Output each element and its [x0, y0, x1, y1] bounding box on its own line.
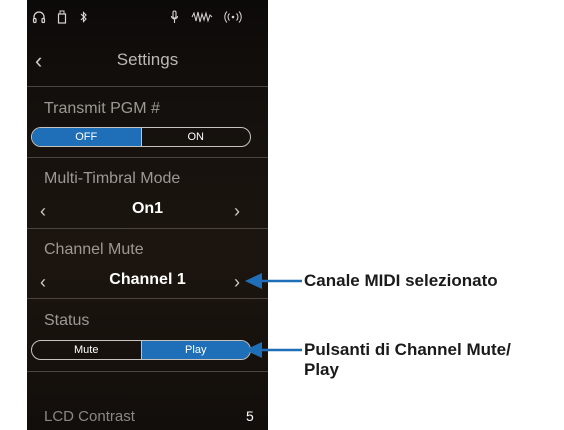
leader-channel-selected	[245, 273, 302, 289]
callout-mute-play-line2: Play	[304, 360, 339, 379]
callout-channel-selected: Canale MIDI selezionato	[304, 271, 498, 290]
leader-mute-play	[245, 342, 302, 358]
callout-mute-play-line1: Pulsanti di Channel Mute/	[304, 340, 511, 359]
callout-leaders	[245, 273, 302, 358]
